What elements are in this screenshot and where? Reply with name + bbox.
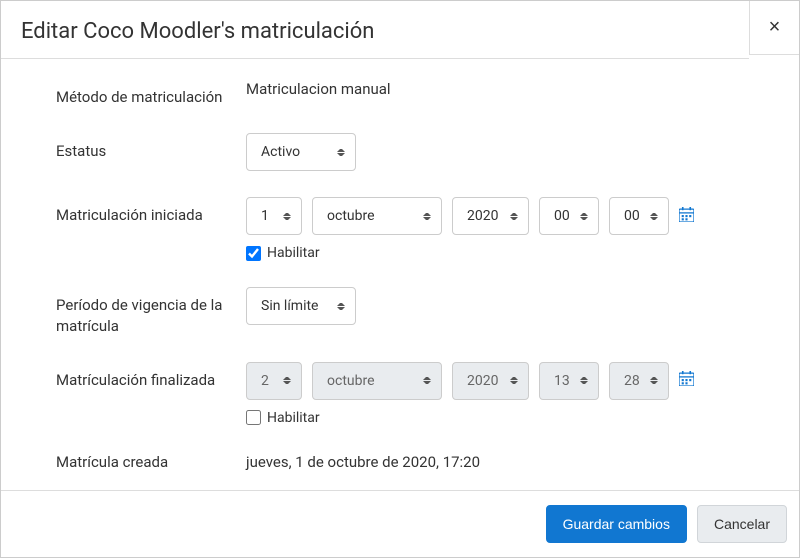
timestart-day-value: 1 <box>261 208 269 224</box>
caret-icon <box>650 375 658 387</box>
timestart-minute-select[interactable]: 00 <box>609 197 669 235</box>
timestart-enable-checkbox[interactable] <box>246 246 261 261</box>
status-select[interactable]: Activo <box>246 133 356 171</box>
control-status: Activo <box>246 133 769 171</box>
timestart-year-value: 2020 <box>467 208 498 224</box>
caret-icon <box>337 146 345 158</box>
label-created: Matrícula creada <box>56 452 246 472</box>
label-status: Estatus <box>56 133 246 161</box>
timeend-month-value: octubre <box>327 373 375 389</box>
close-icon: × <box>769 16 781 39</box>
modal-footer: Guardar cambios Cancelar <box>1 490 799 557</box>
row-duration: Período de vigencia de la matrícula Sin … <box>56 287 769 336</box>
timeend-year-select[interactable]: 2020 <box>452 362 529 400</box>
timestart-minute-value: 00 <box>624 208 640 224</box>
edit-enrolment-modal: Editar Coco Moodler's matriculación × Mé… <box>0 0 800 558</box>
caret-icon <box>337 300 345 312</box>
timeend-enable-label: Habilitar <box>267 410 320 426</box>
timestart-month-select[interactable]: octubre <box>312 197 442 235</box>
modal-title: Editar Coco Moodler's matriculación <box>21 19 729 44</box>
timeend-day-value: 2 <box>261 373 269 389</box>
timeend-month-select[interactable]: octubre <box>312 362 442 400</box>
timestart-month-value: octubre <box>327 208 375 224</box>
timeend-date-row: 2 octubre 2020 13 <box>246 362 769 400</box>
row-method: Método de matriculación Matriculacion ma… <box>56 79 769 107</box>
close-button[interactable]: × <box>749 1 799 55</box>
timestart-date-row: 1 octubre 2020 00 <box>246 197 769 235</box>
timestart-year-select[interactable]: 2020 <box>452 197 529 235</box>
status-select-value: Activo <box>261 144 300 160</box>
caret-icon <box>510 210 518 222</box>
label-method: Método de matriculación <box>56 79 246 107</box>
caret-icon <box>650 210 658 222</box>
row-timeend: Matrículación finalizada 2 octubre 2020 <box>56 362 769 426</box>
row-timestart: Matriculación iniciada 1 octubre 2020 <box>56 197 769 261</box>
caret-icon <box>580 210 588 222</box>
label-timeend: Matrículación finalizada <box>56 362 246 390</box>
row-status: Estatus Activo <box>56 133 769 171</box>
timeend-hour-select[interactable]: 13 <box>539 362 599 400</box>
timestart-day-select[interactable]: 1 <box>246 197 302 235</box>
cancel-button[interactable]: Cancelar <box>697 505 787 543</box>
row-created: Matrícula creada jueves, 1 de octubre de… <box>56 452 769 472</box>
label-duration: Período de vigencia de la matrícula <box>56 287 246 336</box>
modal-body: Método de matriculación Matriculacion ma… <box>1 59 799 490</box>
timeend-minute-select[interactable]: 28 <box>609 362 669 400</box>
timeend-year-value: 2020 <box>467 373 498 389</box>
calendar-icon[interactable] <box>679 207 694 226</box>
value-created: jueves, 1 de octubre de 2020, 17:20 <box>246 452 769 471</box>
timeend-minute-value: 28 <box>624 373 640 389</box>
caret-icon <box>283 210 291 222</box>
caret-icon <box>510 375 518 387</box>
timeend-enable-row: Habilitar <box>246 410 769 426</box>
value-method: Matriculacion manual <box>246 79 769 98</box>
timeend-day-select[interactable]: 2 <box>246 362 302 400</box>
caret-icon <box>423 210 431 222</box>
duration-select-value: Sin límite <box>261 298 318 314</box>
timeend-hour-value: 13 <box>554 373 570 389</box>
save-button[interactable]: Guardar cambios <box>546 505 687 543</box>
timestart-hour-value: 00 <box>554 208 570 224</box>
timestart-enable-label: Habilitar <box>267 245 320 261</box>
control-timestart: 1 octubre 2020 00 <box>246 197 769 261</box>
caret-icon <box>580 375 588 387</box>
control-timeend: 2 octubre 2020 13 <box>246 362 769 426</box>
modal-header: Editar Coco Moodler's matriculación × <box>1 1 799 59</box>
control-duration: Sin límite <box>246 287 769 325</box>
calendar-icon[interactable] <box>679 371 694 390</box>
timeend-enable-checkbox[interactable] <box>246 410 261 425</box>
caret-icon <box>283 375 291 387</box>
caret-icon <box>423 375 431 387</box>
label-timestart: Matriculación iniciada <box>56 197 246 225</box>
timestart-hour-select[interactable]: 00 <box>539 197 599 235</box>
timestart-enable-row: Habilitar <box>246 245 769 261</box>
modal-title-wrap: Editar Coco Moodler's matriculación <box>1 1 749 59</box>
duration-select[interactable]: Sin límite <box>246 287 356 325</box>
